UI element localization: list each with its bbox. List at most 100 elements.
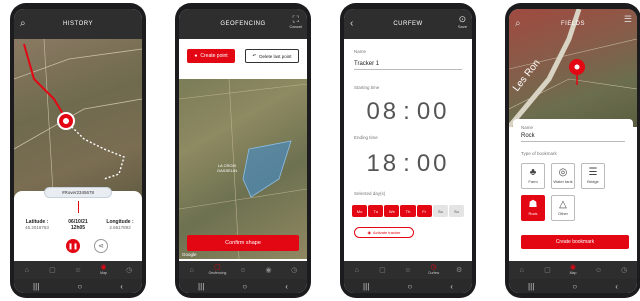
end-hour[interactable]: 18 bbox=[366, 150, 399, 178]
place-label: LA CROIX GASSELIN bbox=[217, 163, 238, 173]
start-hour[interactable]: 08 bbox=[366, 98, 399, 126]
history-topbar: ⌕ HISTORY bbox=[14, 9, 142, 39]
type-farm[interactable]: ♣ Farm bbox=[521, 163, 545, 189]
bookmark-name-field[interactable]: Rock bbox=[521, 133, 625, 142]
time-separator: : bbox=[403, 150, 413, 177]
tab-person[interactable]: ☺ bbox=[69, 267, 87, 274]
history-info-card: #Rover2345678 Latitude : 45.2018763 06/1… bbox=[14, 187, 142, 261]
type-label-text: Bridge bbox=[587, 179, 599, 184]
tree-icon: ♣ bbox=[529, 167, 537, 178]
tab-clock[interactable]: ◷ bbox=[120, 267, 138, 274]
tab-settings[interactable]: ⚙ bbox=[450, 267, 468, 274]
day-mo[interactable]: Mo bbox=[352, 205, 368, 217]
create-bookmark-button[interactable]: Create bookmark bbox=[521, 235, 629, 249]
type-other[interactable]: △ Other bbox=[551, 195, 575, 221]
menu-icon[interactable]: ||| bbox=[198, 282, 204, 291]
page-title: FIELDS bbox=[560, 21, 585, 27]
cancel-button[interactable]: ⛶ Cancel bbox=[290, 15, 302, 31]
home-circle-icon[interactable]: ○ bbox=[572, 282, 577, 291]
search-icon[interactable]: ⌕ bbox=[20, 18, 26, 29]
history-tabbar: ⌂ ▢ ☺ ◉ Map ◷ bbox=[14, 261, 142, 279]
day-sa[interactable]: Sa bbox=[432, 205, 448, 217]
person-icon: ☺ bbox=[404, 266, 412, 274]
share-icon: ⋖ bbox=[98, 243, 104, 250]
tab-map[interactable]: ◉ Map bbox=[95, 264, 113, 276]
pause-button[interactable]: ❚❚ bbox=[66, 239, 80, 253]
triangle-icon: △ bbox=[559, 199, 567, 210]
tab-person[interactable]: ☺ bbox=[399, 267, 417, 274]
menu-icon[interactable]: ||| bbox=[33, 282, 39, 291]
tab-clock[interactable]: ◷ bbox=[615, 267, 633, 274]
home-circle-icon[interactable]: ○ bbox=[77, 282, 82, 291]
tab-home[interactable]: ⌂ bbox=[348, 267, 366, 274]
start-time-picker[interactable]: 08 : 00 bbox=[352, 97, 464, 127]
home-icon: ⌂ bbox=[189, 266, 194, 274]
grid-icon: ▢ bbox=[544, 266, 551, 274]
bookmark-form: Name Rock Type of bookmark ♣ Farm ◎ Water … bbox=[513, 119, 633, 261]
tab-label: Curfew bbox=[428, 271, 440, 275]
day-su[interactable]: Su bbox=[448, 205, 464, 217]
tab-label: Map bbox=[569, 271, 577, 275]
menu-lines-icon[interactable]: ☰ bbox=[624, 15, 632, 24]
cancel-label: Cancel bbox=[289, 24, 302, 29]
type-label-text: Farm bbox=[528, 179, 538, 184]
tab-grid[interactable]: ▢ bbox=[43, 267, 61, 274]
tank-icon: ◎ bbox=[558, 167, 568, 178]
menu-icon[interactable]: ||| bbox=[528, 282, 534, 291]
geofencing-map[interactable]: LA CROIX GASSELIN Google bbox=[179, 78, 307, 260]
tab-clock[interactable]: ◷ bbox=[285, 267, 303, 274]
name-field[interactable]: Tracker 1 bbox=[354, 61, 462, 70]
type-water-tank[interactable]: ◎ Water tank bbox=[551, 163, 575, 189]
create-point-button[interactable]: ● Create point bbox=[187, 49, 235, 63]
tab-home[interactable]: ⌂ bbox=[18, 267, 36, 274]
tab-map[interactable]: ◉ Map bbox=[564, 264, 582, 276]
day-tu[interactable]: Tu bbox=[368, 205, 384, 217]
activate-tracker-chip[interactable]: ◉ Activate tracker bbox=[354, 227, 414, 238]
type-rock[interactable]: ☗ Rock bbox=[521, 195, 545, 221]
tab-home[interactable]: ⌂ bbox=[183, 267, 201, 274]
map-pin-icon: ◉ bbox=[100, 264, 107, 271]
geofencing-tabbar: ⌂ ▢ Geofencing ☺ ◉ ◷ bbox=[179, 261, 307, 279]
system-navbar: ||| ○ ‹ bbox=[509, 279, 637, 293]
tab-home[interactable]: ⌂ bbox=[513, 267, 531, 274]
back-icon[interactable]: ‹ bbox=[285, 282, 288, 291]
end-time-picker[interactable]: 18 : 00 bbox=[352, 149, 464, 179]
name-label: Name bbox=[354, 49, 367, 54]
tab-grid[interactable]: ▢ bbox=[373, 267, 391, 274]
share-button[interactable]: ⋖ bbox=[94, 239, 108, 253]
create-point-label: Create point bbox=[200, 53, 228, 59]
tab-grid[interactable]: ▢ bbox=[538, 267, 556, 274]
delete-last-point-button[interactable]: ↶ Delete last point bbox=[245, 49, 299, 63]
menu-icon[interactable]: ||| bbox=[363, 282, 369, 291]
tab-map[interactable]: ◉ bbox=[260, 267, 278, 274]
day-we[interactable]: We bbox=[384, 205, 400, 217]
save-button[interactable]: ⊙ Save bbox=[458, 15, 467, 31]
confirm-shape-button[interactable]: Confirm shape bbox=[187, 235, 299, 251]
phone-fields: Les Ron ⌕ FIELDS ☰ Name Rock Type of boo… bbox=[505, 3, 640, 298]
device-id-badge[interactable]: #Rover2345678 bbox=[44, 187, 112, 198]
home-circle-icon[interactable]: ○ bbox=[407, 282, 412, 291]
system-navbar: ||| ○ ‹ bbox=[344, 279, 472, 293]
page-title: HISTORY bbox=[63, 21, 93, 27]
home-icon: ⌂ bbox=[519, 266, 524, 274]
undo-icon: ↶ bbox=[252, 53, 257, 58]
tab-person[interactable]: ☺ bbox=[590, 267, 608, 274]
back-icon[interactable]: ‹ bbox=[120, 282, 123, 291]
home-circle-icon[interactable]: ○ bbox=[242, 282, 247, 291]
radio-icon: ◉ bbox=[367, 230, 371, 235]
history-map[interactable] bbox=[14, 38, 142, 210]
home-icon: ⌂ bbox=[24, 266, 29, 274]
search-icon[interactable]: ⌕ bbox=[515, 18, 521, 29]
start-minute[interactable]: 00 bbox=[417, 98, 450, 126]
type-bridge[interactable]: ☰ Bridge bbox=[581, 163, 605, 189]
back-icon[interactable]: ‹ bbox=[615, 282, 618, 291]
end-minute[interactable]: 00 bbox=[417, 150, 450, 178]
tab-person[interactable]: ☺ bbox=[234, 267, 252, 274]
day-fr[interactable]: Fr bbox=[416, 205, 432, 217]
tab-curfew[interactable]: ◷ Curfew bbox=[425, 264, 443, 276]
back-icon[interactable]: ‹ bbox=[450, 282, 453, 291]
day-th[interactable]: Th bbox=[400, 205, 416, 217]
back-arrow-icon[interactable]: ‹ bbox=[350, 18, 353, 29]
tab-label: Map bbox=[100, 271, 107, 275]
tab-geofencing[interactable]: ▢ Geofencing bbox=[208, 264, 226, 276]
